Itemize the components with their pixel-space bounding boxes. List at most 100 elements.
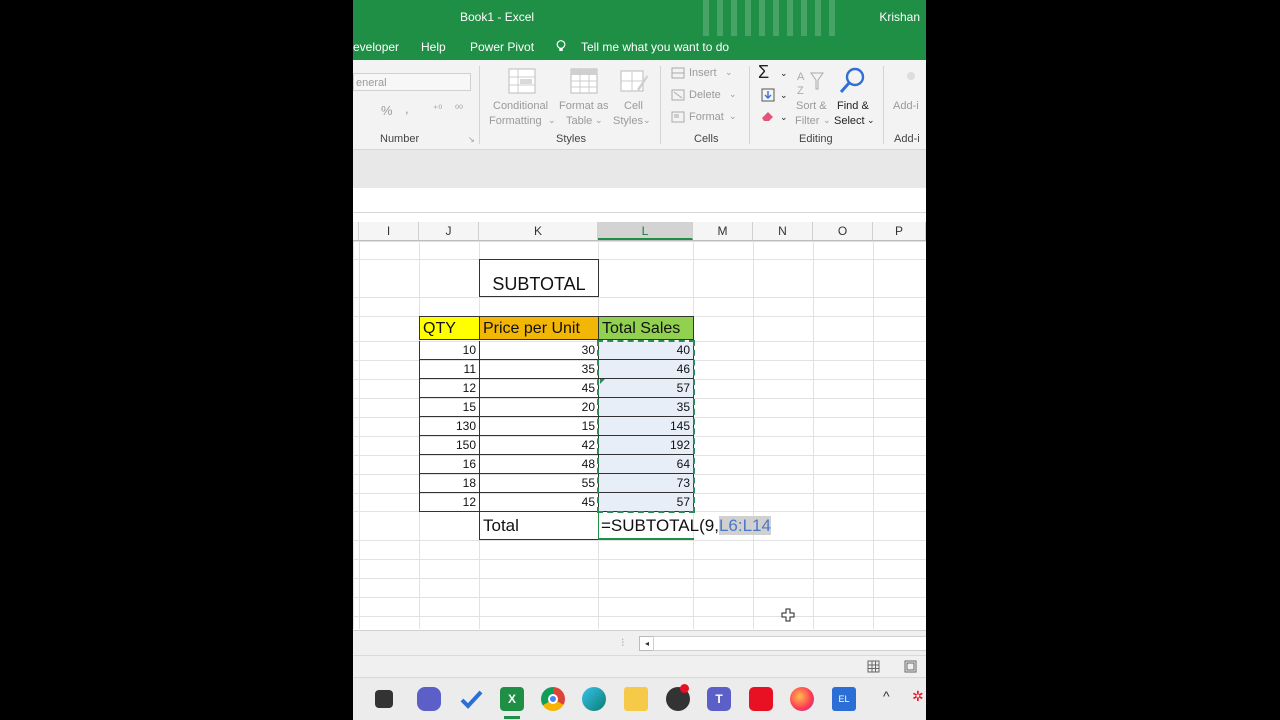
price-cell[interactable]: 55 — [479, 474, 599, 493]
autosum-icon[interactable]: Σ — [758, 62, 769, 83]
column-header-p[interactable]: P — [873, 222, 926, 240]
chevron-down-icon[interactable]: ⌄ — [780, 68, 788, 79]
price-cell[interactable]: 45 — [479, 379, 599, 398]
insert-button[interactable]: Insert — [689, 67, 717, 79]
obs-icon[interactable] — [666, 684, 690, 711]
format-as-table-label-1[interactable]: Format as — [559, 100, 609, 112]
chevron-down-icon[interactable]: ⌄ — [729, 111, 737, 122]
price-cell[interactable]: 30 — [479, 341, 599, 360]
delete-button[interactable]: Delete — [689, 89, 721, 101]
price-cell[interactable]: 15 — [479, 417, 599, 436]
total-sales-cell[interactable]: 46 — [598, 360, 694, 379]
task-view-icon[interactable] — [375, 690, 393, 708]
conditional-formatting-icon[interactable] — [507, 67, 537, 95]
total-sales-cell[interactable]: 57 — [598, 493, 694, 512]
qty-cell[interactable]: 16 — [419, 455, 480, 474]
search-icon[interactable] — [838, 66, 868, 96]
chevron-down-icon[interactable]: ⌄ — [643, 115, 651, 126]
excel-app-icon[interactable]: X — [500, 687, 524, 711]
qty-header-cell[interactable]: QTY — [419, 316, 480, 340]
chevron-down-icon[interactable]: ⌄ — [595, 115, 603, 126]
normal-view-icon[interactable] — [867, 660, 880, 673]
sort-filter-label-1[interactable]: Sort & — [796, 100, 827, 112]
percent-style-button[interactable]: % — [381, 103, 393, 118]
chevron-down-icon[interactable]: ⌄ — [729, 89, 737, 100]
total-label-cell[interactable]: Total — [479, 511, 599, 540]
qty-cell[interactable]: 10 — [419, 341, 480, 360]
qty-cell[interactable]: 11 — [419, 360, 480, 379]
chevron-down-icon[interactable]: ⌄ — [780, 112, 788, 123]
find-select-label-2[interactable]: Select — [834, 115, 865, 127]
find-select-label-1[interactable]: Find & — [837, 100, 869, 112]
sort-filter-label-2[interactable]: Filter — [795, 115, 819, 127]
tab-developer[interactable]: eveloper — [353, 40, 399, 54]
horizontal-scrollbar[interactable] — [653, 636, 926, 651]
todo-check-icon[interactable] — [459, 687, 483, 711]
fill-icon[interactable] — [760, 87, 776, 103]
qty-cell[interactable]: 12 — [419, 493, 480, 512]
column-header-k[interactable]: K — [479, 222, 598, 240]
total-sales-cell[interactable]: 73 — [598, 474, 694, 493]
column-header-n[interactable]: N — [753, 222, 813, 240]
cell-styles-label-2[interactable]: Styles — [613, 115, 643, 127]
format-button[interactable]: Format — [689, 111, 724, 123]
comma-style-button[interactable]: , — [405, 101, 409, 116]
conditional-formatting-label-2[interactable]: Formatting — [489, 115, 542, 127]
column-header-j[interactable]: J — [419, 222, 479, 240]
qty-cell[interactable]: 12 — [419, 379, 480, 398]
qty-cell[interactable]: 15 — [419, 398, 480, 417]
total-sales-cell[interactable]: 192 — [598, 436, 694, 455]
chevron-down-icon[interactable]: ⌄ — [867, 115, 875, 126]
format-as-table-label-2[interactable]: Table — [566, 115, 592, 127]
price-cell[interactable]: 42 — [479, 436, 599, 455]
number-dialog-launcher-icon[interactable]: ↘ — [468, 135, 475, 144]
anydesk-icon[interactable] — [749, 687, 773, 711]
teams-icon[interactable]: T — [707, 687, 731, 711]
user-name[interactable]: Krishan — [879, 10, 920, 24]
chrome-icon[interactable] — [541, 687, 565, 711]
price-cell[interactable]: 48 — [479, 455, 599, 474]
formula-text[interactable]: =SUBTOTAL(9,L6:L14 — [601, 511, 771, 540]
chevron-down-icon[interactable]: ⌄ — [823, 115, 831, 126]
total-sales-cell[interactable]: 35 — [598, 398, 694, 417]
chevron-down-icon[interactable]: ⌄ — [780, 90, 788, 101]
price-header-cell[interactable]: Price per Unit — [479, 316, 599, 340]
qty-cell[interactable]: 150 — [419, 436, 480, 455]
lightbulb-icon[interactable] — [556, 40, 566, 52]
edge-icon[interactable] — [582, 687, 606, 711]
cell-styles-label-1[interactable]: Cell — [624, 100, 643, 112]
decrease-decimal-icon[interactable]: ⁰⁰ — [455, 104, 463, 115]
delete-cells-icon[interactable] — [671, 89, 685, 101]
tell-me-search[interactable]: Tell me what you want to do — [581, 40, 729, 54]
total-sales-header-cell[interactable]: Total Sales — [598, 316, 694, 340]
tray-app-icon[interactable]: ✲ — [912, 688, 924, 705]
column-header-o[interactable]: O — [813, 222, 873, 240]
number-format-dropdown[interactable]: eneral — [353, 73, 471, 91]
file-explorer-icon[interactable] — [624, 687, 648, 711]
sort-filter-icon[interactable]: A Z — [795, 67, 825, 97]
increase-decimal-icon[interactable]: ⁺⁰ — [433, 104, 442, 115]
tab-power-pivot[interactable]: Power Pivot — [470, 40, 534, 54]
tab-splitter-icon[interactable]: ⁝ — [621, 636, 625, 649]
format-cells-icon[interactable] — [671, 111, 685, 123]
page-layout-view-icon[interactable] — [904, 660, 917, 673]
total-sales-cell[interactable]: 40 — [598, 341, 694, 360]
add-ins-icon[interactable] — [907, 72, 915, 80]
qty-cell[interactable]: 18 — [419, 474, 480, 493]
column-header-i[interactable]: I — [359, 222, 419, 240]
subtotal-title-cell[interactable]: SUBTOTAL — [479, 259, 599, 297]
tab-help[interactable]: Help — [421, 40, 446, 54]
price-cell[interactable]: 45 — [479, 493, 599, 512]
qty-cell[interactable]: 130 — [419, 417, 480, 436]
total-sales-cell[interactable]: 57 — [598, 379, 694, 398]
cell-styles-icon[interactable] — [619, 67, 649, 95]
chevron-down-icon[interactable]: ⌄ — [725, 67, 733, 78]
add-ins-button[interactable]: Add-i — [893, 100, 919, 112]
format-as-table-icon[interactable] — [569, 67, 599, 95]
chevron-down-icon[interactable]: ⌄ — [548, 115, 556, 126]
price-cell[interactable]: 35 — [479, 360, 599, 379]
price-cell[interactable]: 20 — [479, 398, 599, 417]
error-indicator-icon[interactable] — [600, 379, 605, 384]
total-sales-cell[interactable]: 145 — [598, 417, 694, 436]
total-sales-cell[interactable]: 64 — [598, 455, 694, 474]
